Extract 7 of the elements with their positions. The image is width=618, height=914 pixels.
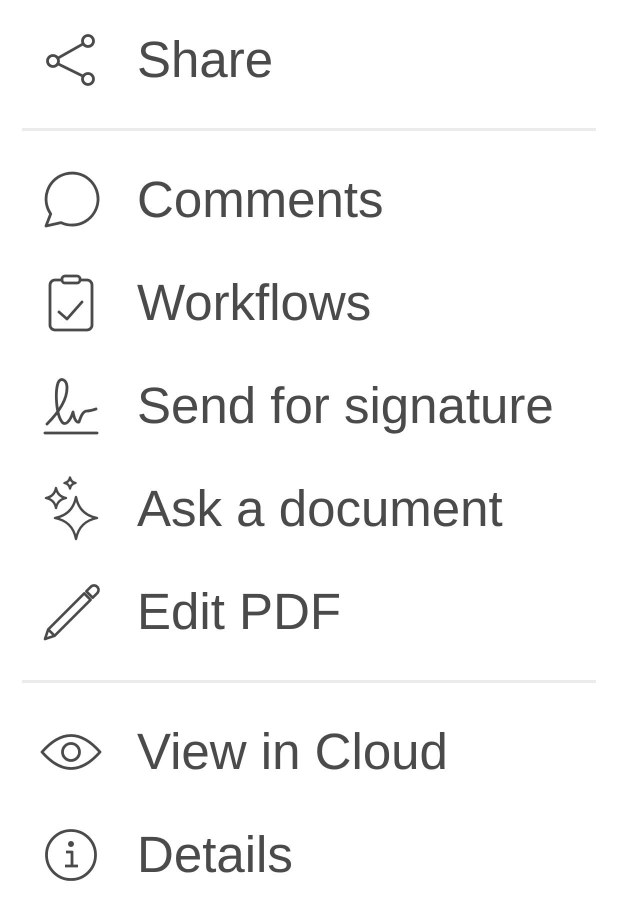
share-icon — [46, 32, 96, 86]
clipboard-check-icon — [48, 274, 94, 332]
sparkles-icon — [43, 476, 99, 542]
speech-bubble-icon — [42, 170, 100, 228]
pencil-icon — [42, 582, 100, 642]
info-icon — [45, 828, 97, 880]
signature-icon — [43, 376, 99, 436]
